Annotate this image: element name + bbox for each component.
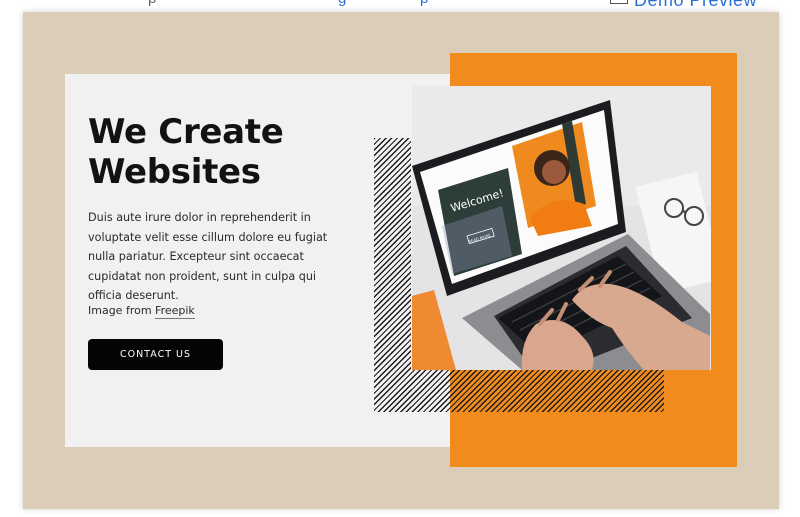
hatched-pattern-horizontal [374,370,664,412]
top-strip-text-left: p [148,0,156,7]
contact-us-button[interactable]: CONTACT US [88,339,223,370]
top-strip-cropped: p g p Demo Preview [0,0,800,10]
image-credit-prefix: Image from [88,304,156,317]
image-credit: Image from Freepik [88,304,195,319]
hero-photo: Welcome! READ MORE [412,86,711,370]
freepik-link[interactable]: Freepik [155,304,195,319]
top-strip-link-mid[interactable]: g [338,0,346,7]
laptop-photo-illustration: Welcome! READ MORE [412,86,711,370]
preview-icon[interactable] [610,0,628,4]
hero-description: Duis aute irure dolor in reprehenderit i… [88,211,328,302]
template-preview-canvas: We Create Websites Duis aute irure dolor… [23,12,779,509]
top-strip-link-right[interactable]: p [420,0,428,7]
hero-title: We Create Websites [88,112,284,192]
demo-preview-link[interactable]: Demo Preview [634,0,757,11]
